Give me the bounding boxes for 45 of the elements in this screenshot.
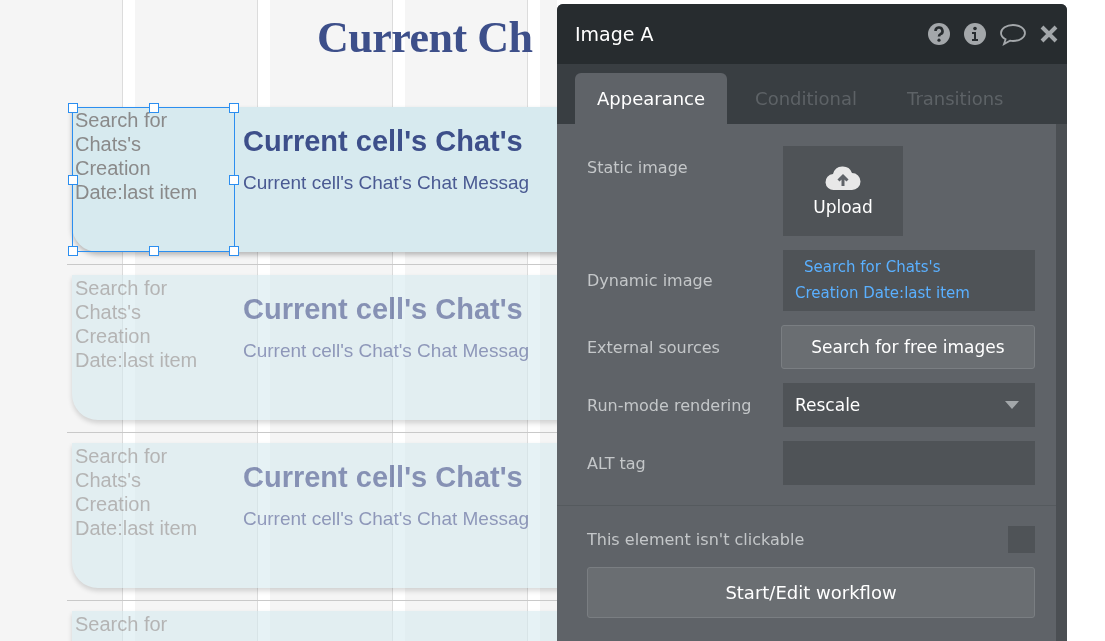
chat-message: Current cell's Chat's Chat Messag <box>243 172 530 194</box>
upload-button[interactable]: Upload <box>783 146 903 236</box>
resize-handle[interactable] <box>229 246 239 256</box>
panel-tab[interactable]: Appearance <box>575 73 728 124</box>
dynamic-expression-field[interactable]: Search for Chats's Creation Date:last item <box>783 250 1035 311</box>
info-icon[interactable] <box>963 22 987 46</box>
resize-handle[interactable] <box>68 174 78 185</box>
checkbox-label: This element isn't clickable <box>587 530 805 549</box>
chat-message: Current cell's Chat's Chat Messag <box>243 340 530 362</box>
help-icon[interactable] <box>927 22 951 46</box>
field-label: Static image <box>587 158 688 177</box>
close-icon[interactable] <box>1039 24 1059 44</box>
image-expression-text: Search for Chats's Creation Date:last item <box>74 276 199 372</box>
resize-handle[interactable] <box>68 246 78 256</box>
chat-card[interactable]: Search for <box>72 611 557 641</box>
chat-heading: Current cell's Chat's <box>243 125 524 158</box>
image-expression-text: Search for <box>74 612 169 636</box>
field-label: Run-mode rendering <box>587 395 752 415</box>
resize-handle[interactable] <box>229 174 239 185</box>
caret-icon <box>1005 401 1019 409</box>
image-expression-text: Search for Chats's Creation Date:last item <box>74 108 199 204</box>
rendering-dropdown[interactable]: Rescale <box>783 383 1035 427</box>
chat-card[interactable]: Search for Chats's Creation Date:last item Current cell's Chat's Current cell's Chat's Chat Messag <box>72 275 557 420</box>
image-expression-text: Search for Chats's Creation Date:last item <box>74 444 199 540</box>
chat-heading: Current cell's Chat's <box>243 293 524 326</box>
chat-heading: Current cell's Chat's <box>243 461 524 494</box>
resize-handle[interactable] <box>148 246 159 256</box>
image-element[interactable]: Search for <box>72 611 235 641</box>
scrollbar[interactable] <box>1056 124 1067 641</box>
chat-card[interactable]: Search for Chats's Creation Date:last item Current cell's Chat's Current cell's Chat's Chat Messag <box>72 443 557 588</box>
cloud-upload-icon <box>825 165 861 191</box>
chat-message: Current cell's Chat's Chat Messag <box>243 508 530 530</box>
field-label: Dynamic image <box>587 271 713 290</box>
search-images-button[interactable]: Search for free images <box>781 325 1035 369</box>
panel-title: Image A <box>575 23 654 45</box>
resize-handle[interactable] <box>229 103 239 113</box>
image-element[interactable]: Search for Chats's Creation Date:last item <box>72 443 235 588</box>
image-element[interactable]: Search for Chats's Creation Date:last item <box>72 275 235 420</box>
workflow-button[interactable]: Start/Edit workflow <box>587 567 1035 618</box>
field-label: ALT tag <box>587 453 646 473</box>
field-label: External sources <box>587 337 720 357</box>
resize-handle[interactable] <box>68 103 78 113</box>
comment-icon[interactable] <box>999 22 1027 46</box>
page-title: Current Ch <box>317 12 533 63</box>
resize-handle[interactable] <box>148 103 159 113</box>
